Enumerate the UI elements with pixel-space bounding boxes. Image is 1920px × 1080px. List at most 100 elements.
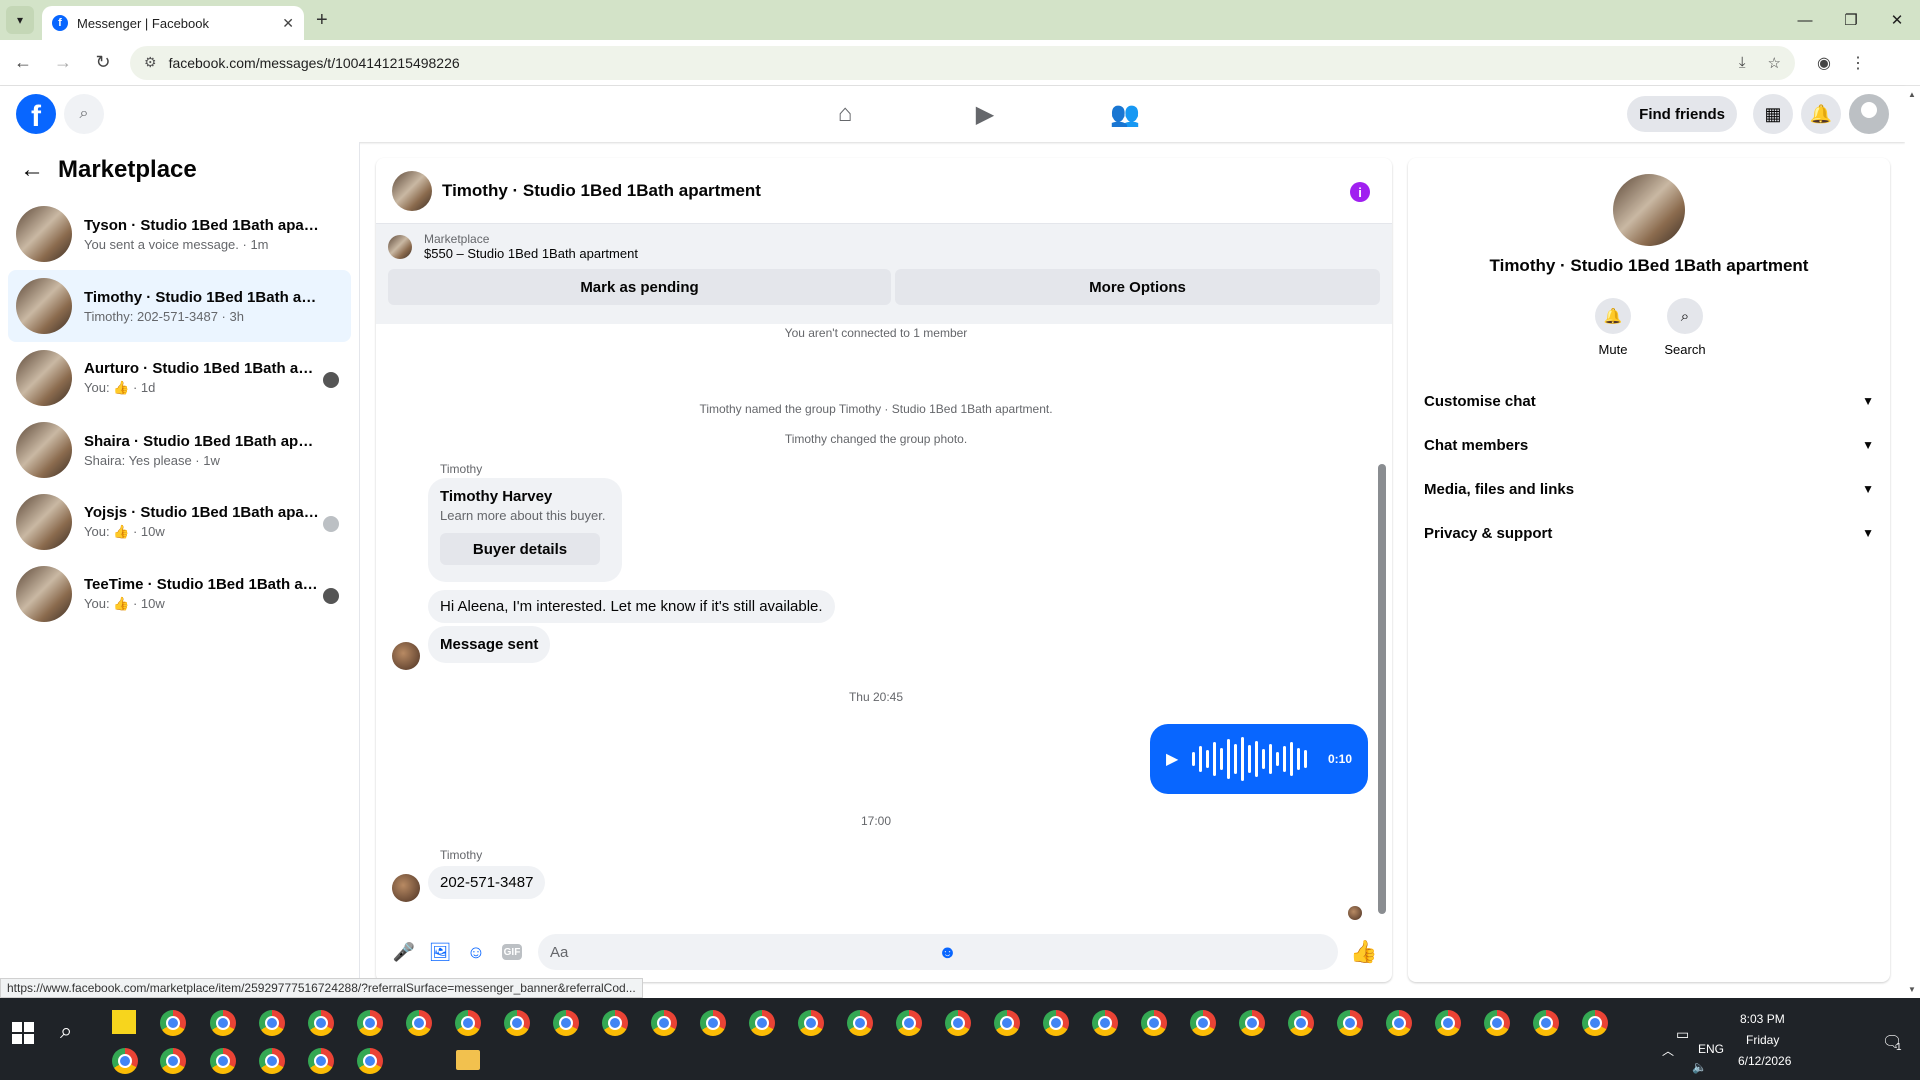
microphone-icon[interactable]: 🎤 — [386, 934, 422, 970]
privacy-support-item[interactable]: Privacy & support ▼ — [1408, 511, 1890, 555]
menu-grid-icon[interactable]: ▦ — [1753, 94, 1793, 134]
address-bar[interactable]: ⚙ facebook.com/messages/t/10041412154982… — [130, 45, 1795, 80]
conversation-item[interactable]: TeeTime · Studio 1Bed 1Bath apa... You: … — [8, 558, 351, 630]
chat-avatar[interactable] — [392, 170, 432, 211]
video-icon[interactable]: ▶ — [915, 86, 1055, 142]
customise-chat-item[interactable]: Customise chat ▼ — [1408, 379, 1890, 423]
info-icon[interactable]: i — [1350, 182, 1370, 202]
restore-icon[interactable]: ❐ — [1828, 0, 1874, 40]
chrome-icon[interactable] — [1337, 1010, 1363, 1036]
message-bubble[interactable]: Hi Aleena, I'm interested. Let me know i… — [428, 590, 835, 623]
volume-icon[interactable]: 🔈 — [1692, 1060, 1707, 1074]
message-scrollbar[interactable] — [1376, 324, 1386, 922]
chrome-icon[interactable] — [210, 1048, 236, 1074]
language-indicator[interactable]: ENG — [1698, 1042, 1724, 1056]
scrollbar-thumb[interactable] — [1378, 464, 1386, 914]
taskbar-search-icon[interactable]: ⌕ — [60, 1018, 72, 1044]
chrome-icon[interactable] — [651, 1010, 677, 1036]
message-input[interactable]: Aa ☻ — [538, 934, 1338, 970]
new-tab-icon[interactable]: + — [316, 9, 328, 32]
install-app-icon[interactable]: ⤓ — [1739, 54, 1746, 71]
facebook-logo-icon[interactable]: f — [16, 94, 56, 134]
scroll-down-icon[interactable]: ▼ — [1908, 985, 1916, 994]
thumbs-up-icon[interactable]: 👍 — [1350, 939, 1377, 965]
voice-message[interactable]: ▶ 0:10 — [1150, 724, 1368, 794]
tray-network-icon[interactable]: ▭ — [1676, 1026, 1689, 1043]
chrome-icon[interactable] — [1435, 1010, 1461, 1036]
gif-icon[interactable]: GIF — [494, 934, 530, 970]
sticky-notes-icon[interactable] — [112, 1010, 136, 1034]
url-text[interactable]: facebook.com/messages/t/1004141215498226 — [169, 55, 1717, 71]
bookmark-star-icon[interactable]: ☆ — [1768, 54, 1781, 72]
chrome-icon[interactable] — [1141, 1010, 1167, 1036]
tab-search-chevron-icon[interactable]: ▾ — [6, 6, 34, 34]
photo-icon[interactable]: 🖼 — [422, 934, 458, 970]
chrome-icon[interactable] — [1582, 1010, 1608, 1036]
chrome-icon[interactable] — [1239, 1010, 1265, 1036]
chrome-icon[interactable] — [1533, 1010, 1559, 1036]
chrome-icon[interactable] — [1484, 1010, 1510, 1036]
page-scrollbar[interactable]: ▲ ▼ — [1905, 86, 1920, 998]
chrome-icon[interactable] — [896, 1010, 922, 1036]
chrome-icon[interactable] — [160, 1048, 186, 1074]
chrome-icon[interactable] — [1043, 1010, 1069, 1036]
site-info-icon[interactable]: ⚙ — [144, 54, 157, 71]
scroll-up-icon[interactable]: ▲ — [1908, 90, 1916, 99]
chrome-icon[interactable] — [112, 1048, 138, 1074]
close-tab-icon[interactable]: ✕ — [282, 15, 294, 32]
chrome-icon[interactable] — [160, 1010, 186, 1036]
sticker-icon[interactable]: ☺ — [458, 934, 494, 970]
clock-day[interactable]: Friday — [1746, 1033, 1779, 1047]
conversation-item[interactable]: Shaira · Studio 1Bed 1Bath apartm... Sha… — [8, 414, 351, 486]
chrome-icon[interactable] — [1190, 1010, 1216, 1036]
file-explorer-icon[interactable] — [456, 1050, 480, 1070]
reload-icon[interactable]: ↻ — [86, 46, 120, 80]
message-bubble[interactable]: 202-571-3487 — [428, 866, 546, 899]
home-icon[interactable]: ⌂ — [775, 86, 915, 142]
mark-pending-button[interactable]: Mark as pending — [388, 269, 891, 305]
forward-icon[interactable]: → — [46, 46, 80, 80]
chat-members-item[interactable]: Chat members ▼ — [1408, 423, 1890, 467]
chrome-icon[interactable] — [259, 1010, 285, 1036]
clock-time[interactable]: 8:03 PM — [1740, 1012, 1785, 1026]
sender-avatar[interactable] — [392, 642, 420, 670]
back-arrow-icon[interactable]: ← — [20, 156, 44, 184]
chrome-icon[interactable] — [308, 1010, 334, 1036]
chrome-icon[interactable] — [749, 1010, 775, 1036]
chrome-icon[interactable] — [1288, 1010, 1314, 1036]
browser-tab-messenger[interactable]: f Messenger | Facebook ✕ — [42, 6, 304, 40]
emoji-icon[interactable]: ☻ — [938, 942, 1326, 963]
message-bubble[interactable]: Message sent — [428, 626, 551, 663]
back-icon[interactable]: ← — [6, 46, 40, 80]
message-list[interactable]: You aren't connected to 1 member Timothy… — [376, 324, 1392, 922]
mute-button[interactable]: 🔔 Mute — [1577, 298, 1649, 357]
chrome-icon[interactable] — [798, 1010, 824, 1036]
find-friends-button[interactable]: Find friends — [1627, 96, 1737, 132]
profile-icon[interactable]: ◉ — [1807, 46, 1841, 80]
buyer-details-button[interactable]: Buyer details — [440, 533, 600, 565]
chrome-icon[interactable] — [406, 1010, 432, 1036]
chrome-icon[interactable] — [553, 1010, 579, 1036]
listing-link[interactable]: Marketplace $550 – Studio 1Bed 1Bath apa… — [388, 232, 1380, 261]
chrome-icon[interactable] — [847, 1010, 873, 1036]
chrome-icon[interactable] — [357, 1048, 383, 1074]
media-files-item[interactable]: Media, files and links ▼ — [1408, 467, 1890, 511]
close-window-icon[interactable]: ✕ — [1874, 0, 1920, 40]
chrome-icon[interactable] — [1092, 1010, 1118, 1036]
account-avatar[interactable] — [1849, 94, 1889, 134]
chrome-icon[interactable] — [210, 1010, 236, 1036]
chrome-icon[interactable] — [455, 1010, 481, 1036]
search-icon[interactable]: ⌕ — [64, 94, 104, 134]
minimize-icon[interactable]: — — [1782, 0, 1828, 40]
chrome-icon[interactable] — [602, 1010, 628, 1036]
play-icon[interactable]: ▶ — [1166, 749, 1178, 769]
chrome-icon[interactable] — [259, 1048, 285, 1074]
chat-title[interactable]: Timothy · Studio 1Bed 1Bath apartment — [442, 181, 761, 201]
clock-date[interactable]: 6/12/2026 — [1738, 1054, 1791, 1068]
chrome-icon[interactable] — [994, 1010, 1020, 1036]
sender-avatar[interactable] — [392, 874, 420, 902]
chrome-icon[interactable] — [357, 1010, 383, 1036]
chrome-icon[interactable] — [700, 1010, 726, 1036]
conversation-item[interactable]: Yojsjs · Studio 1Bed 1Bath apart... You:… — [8, 486, 351, 558]
conversation-item[interactable]: Aurturo · Studio 1Bed 1Bath apa... You: … — [8, 342, 351, 414]
